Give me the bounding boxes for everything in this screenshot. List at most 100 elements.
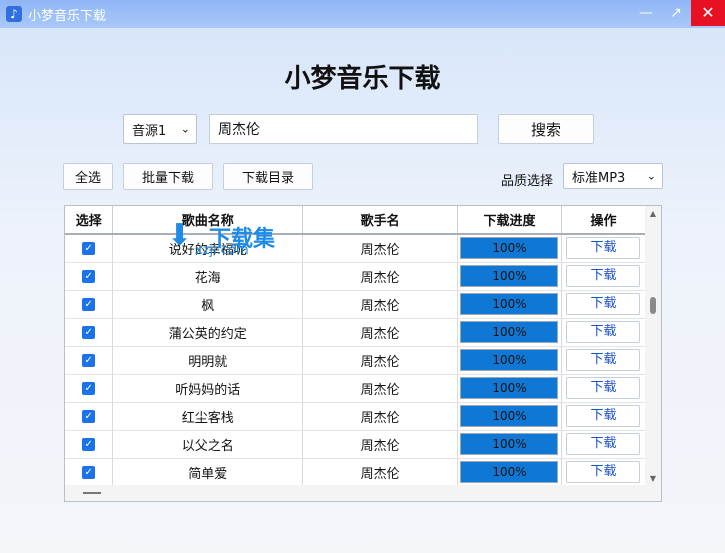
row-checkbox[interactable]: ✓ — [82, 353, 96, 367]
vertical-scroll-thumb[interactable] — [650, 297, 656, 314]
scroll-down-icon[interactable]: ▼ — [645, 474, 661, 483]
progress-cell: 100% — [457, 234, 562, 263]
progress-bar: 100% — [460, 321, 559, 343]
row-checkbox[interactable]: ✓ — [82, 297, 96, 311]
table-row[interactable]: ✓ 枫周杰伦 100% 下载 — [65, 290, 647, 319]
download-button[interactable]: 下载 — [566, 349, 641, 371]
download-button[interactable]: 下载 — [566, 237, 641, 260]
row-checkbox[interactable]: ✓ — [82, 465, 96, 479]
batch-download-button[interactable]: 批量下载 — [123, 163, 213, 190]
quality-select[interactable]: 标准MP3 ⌄ — [563, 163, 663, 189]
progress-bar: 100% — [460, 433, 559, 455]
row-checkbox[interactable]: ✓ — [82, 269, 96, 283]
vertical-scrollbar[interactable]: ▲ ▼ — [645, 206, 661, 486]
scroll-up-icon[interactable]: ▲ — [645, 209, 661, 218]
progress-text: 100% — [492, 381, 527, 395]
download-directory-button[interactable]: 下载目录 — [223, 163, 313, 190]
download-button[interactable]: 下载 — [566, 377, 641, 399]
progress-text: 100% — [492, 409, 527, 423]
progress-cell: 100% — [457, 262, 562, 291]
progress-bar: 100% — [460, 461, 559, 483]
song-name-cell: 明明就 — [112, 346, 304, 375]
horizontal-scroll-thumb[interactable] — [83, 492, 101, 494]
table-row[interactable]: ✓ 说好的幸福呢 周杰伦 100% 下载 — [65, 234, 647, 263]
progress-cell: 100% — [457, 290, 562, 319]
progress-cell: 100% — [457, 402, 562, 431]
artist-cell: 周杰伦 — [302, 346, 458, 375]
row-checkbox[interactable]: ✓ — [82, 241, 96, 255]
download-button[interactable]: 下载 — [566, 433, 641, 455]
download-button[interactable]: 下载 — [566, 265, 641, 287]
column-header-progress[interactable]: 下载进度 — [457, 206, 562, 235]
action-cell: 下载 — [561, 402, 647, 431]
progress-cell: 100% — [457, 430, 562, 459]
row-select-cell: ✓ — [65, 430, 114, 459]
artist-cell: 周杰伦 — [302, 430, 458, 459]
action-cell: 下载 — [561, 430, 647, 459]
table-row[interactable]: ✓ 听妈妈的话 周杰伦 100% 下载 — [65, 374, 647, 403]
song-name-cell: 以父之名 — [112, 430, 304, 459]
action-cell: 下载 — [561, 318, 647, 347]
close-button[interactable]: ✕ — [691, 0, 725, 26]
table-row[interactable]: ✓ 蒲公英的约定 周杰伦 100% 下载 — [65, 318, 647, 347]
row-checkbox[interactable]: ✓ — [82, 409, 96, 423]
song-name-cell: 简单爱 — [112, 458, 304, 487]
table-row[interactable]: ✓ 以父之名 周杰伦 100% 下载 — [65, 430, 647, 459]
song-table: 选择 歌曲名称 歌手名 下载进度 操作 ✓ 说好的幸福呢 周杰伦 100% 下载 ✓ 花海周… — [64, 205, 662, 502]
progress-text: 100% — [492, 269, 527, 283]
row-checkbox[interactable]: ✓ — [82, 381, 96, 395]
song-name-cell: 说好的幸福呢 — [112, 234, 304, 263]
artist-cell: 周杰伦 — [302, 290, 458, 319]
maximize-button[interactable]: ↗ — [661, 0, 691, 26]
window-title: 小梦音乐下载 — [28, 8, 107, 24]
chevron-down-icon: ⌄ — [180, 122, 190, 136]
search-input[interactable] — [209, 114, 478, 144]
artist-cell: 周杰伦 — [302, 402, 458, 431]
progress-bar: 100% — [460, 377, 559, 399]
artist-cell: 周杰伦 — [302, 262, 458, 291]
table-row[interactable]: ✓ 简单爱 周杰伦 100% 下载 — [65, 458, 647, 487]
source-select[interactable]: 音源1 ⌄ — [123, 114, 197, 144]
row-checkbox[interactable]: ✓ — [82, 437, 96, 451]
progress-cell: 100% — [457, 318, 562, 347]
download-button[interactable]: 下载 — [566, 321, 641, 343]
song-name-cell: 红尘客栈 — [112, 402, 304, 431]
column-header-song-name[interactable]: 歌曲名称 — [112, 206, 304, 235]
artist-cell: 周杰伦 — [302, 458, 458, 487]
table-row[interactable]: ✓ 花海 周杰伦 100% 下载 — [65, 262, 647, 291]
song-name-cell: 听妈妈的话 — [112, 374, 304, 403]
row-checkbox[interactable]: ✓ — [82, 325, 96, 339]
table-header-row: 选择 歌曲名称 歌手名 下载进度 操作 — [65, 206, 647, 235]
progress-text: 100% — [492, 353, 527, 367]
title-bar: ♪ 小梦音乐下载 — ↗ ✕ — [0, 0, 725, 28]
row-select-cell: ✓ — [65, 402, 114, 431]
download-button[interactable]: 下载 — [566, 293, 641, 315]
search-button[interactable]: 搜索 — [498, 114, 594, 144]
minimize-button[interactable]: — — [631, 0, 661, 26]
song-grid: 选择 歌曲名称 歌手名 下载进度 操作 ✓ 说好的幸福呢 周杰伦 100% 下载 ✓ 花海周… — [65, 206, 647, 487]
quality-label: 品质选择 — [501, 174, 554, 189]
column-header-artist[interactable]: 歌手名 — [302, 206, 458, 235]
progress-text: 100% — [492, 297, 527, 311]
song-name-cell: 蒲公英的约定 — [112, 318, 304, 347]
row-select-cell: ✓ — [65, 290, 114, 319]
table-row[interactable]: ✓ 红尘客栈 周杰伦 100% 下载 — [65, 402, 647, 431]
column-header-action[interactable]: 操作 — [561, 206, 647, 235]
download-button[interactable]: 下载 — [566, 405, 641, 427]
download-button[interactable]: 下载 — [566, 461, 641, 483]
artist-cell: 周杰伦 — [302, 374, 458, 403]
progress-cell: 100% — [457, 458, 562, 487]
horizontal-scrollbar[interactable] — [65, 485, 661, 501]
row-select-cell: ✓ — [65, 318, 114, 347]
row-select-cell: ✓ — [65, 458, 114, 487]
table-body: ✓ 说好的幸福呢 周杰伦 100% 下载 ✓ 花海 周杰伦 100% 下载 ✓ 枫周杰伦 100% 下载 ✓… — [65, 234, 647, 487]
row-select-cell: ✓ — [65, 262, 114, 291]
select-all-button[interactable]: 全选 — [63, 163, 113, 190]
main-panel: 小梦音乐下载 音源1 ⌄ 搜索 全选 批量下载 下载目录 品质选择 标准MP3 … — [0, 28, 725, 553]
app-heading: 小梦音乐下载 — [284, 64, 441, 94]
quality-select-value: 标准MP3 — [572, 170, 626, 186]
progress-bar: 100% — [460, 265, 559, 287]
table-row[interactable]: ✓ 明明就 周杰伦 100% 下载 — [65, 346, 647, 375]
artist-cell: 周杰伦 — [302, 318, 458, 347]
column-header-select[interactable]: 选择 — [65, 206, 114, 235]
